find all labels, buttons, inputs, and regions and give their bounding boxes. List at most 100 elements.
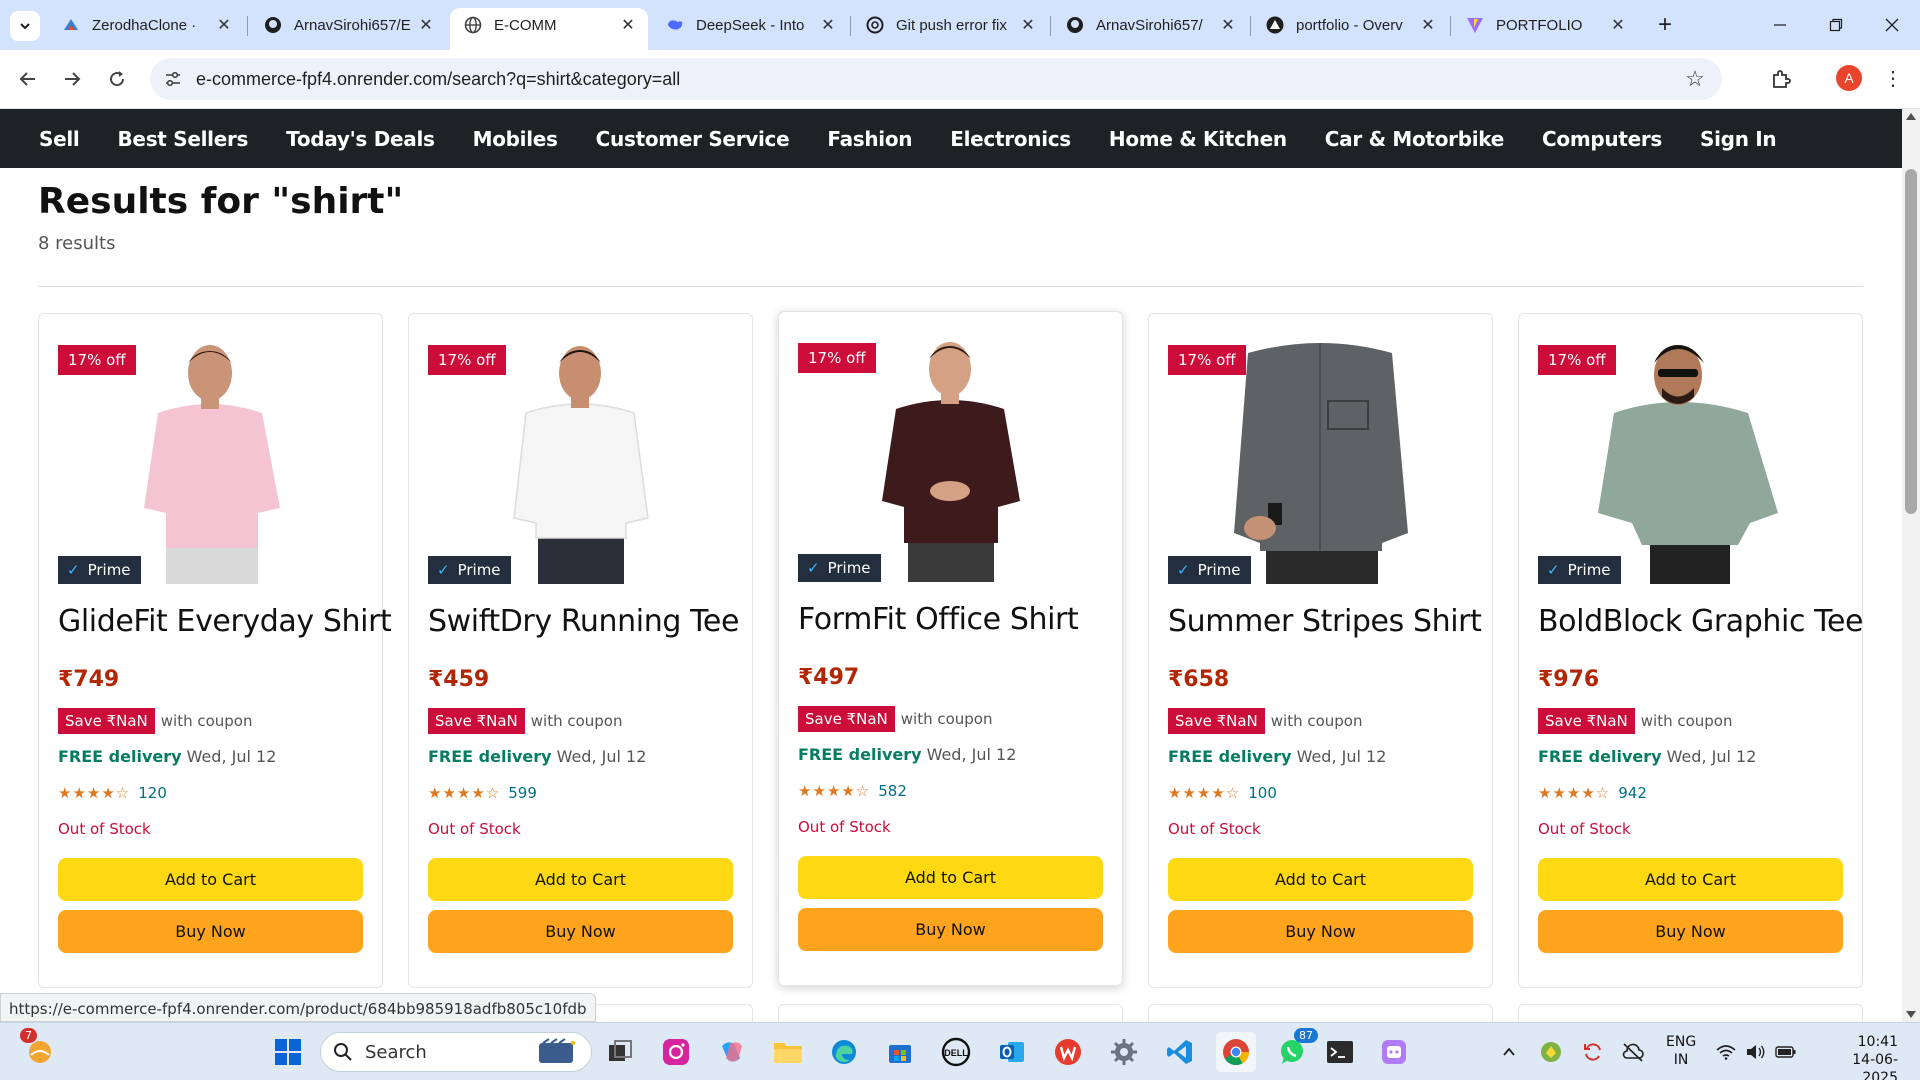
address-bar[interactable]: e-commerce-fpf4.onrender.com/search?q=sh… <box>150 58 1722 100</box>
scroll-down-arrow-icon[interactable] <box>1906 1011 1916 1018</box>
browser-tab-active[interactable]: E-COMM ✕ <box>450 8 648 50</box>
buy-now-button[interactable]: Buy Now <box>58 910 363 953</box>
product-card[interactable]: 17% off ✓ Prime FormFit Office Shirt ₹497… <box>778 311 1123 986</box>
page-scrollbar[interactable] <box>1902 109 1920 1022</box>
forward-arrow-icon[interactable] <box>56 63 88 95</box>
nav-customer-service[interactable]: Customer Service <box>577 127 809 151</box>
buy-now-button[interactable]: Buy Now <box>428 910 733 953</box>
browser-tab[interactable]: ZerodhaClone · ✕ <box>48 8 244 42</box>
review-count[interactable]: 120 <box>138 784 167 802</box>
vscode-icon[interactable] <box>1160 1032 1200 1072</box>
new-tab-plus-icon[interactable]: + <box>1650 10 1680 40</box>
add-to-cart-button[interactable]: Add to Cart <box>428 858 733 901</box>
product-card-partial[interactable] <box>1148 1004 1493 1022</box>
product-name[interactable]: SwiftDry Running Tee <box>428 604 739 639</box>
review-count[interactable]: 599 <box>508 784 537 802</box>
show-hidden-icons-chevron-icon[interactable] <box>1494 1032 1524 1072</box>
system-clock[interactable]: 10:41 14-06-2025 <box>1818 1033 1898 1080</box>
nav-car-motorbike[interactable]: Car & Motorbike <box>1306 127 1523 151</box>
nav-fashion[interactable]: Fashion <box>808 127 931 151</box>
wifi-icon[interactable] <box>1712 1032 1740 1072</box>
minimize-icon[interactable] <box>1752 0 1808 50</box>
product-name[interactable]: Summer Stripes Shirt <box>1168 604 1482 639</box>
extensions-puzzle-icon[interactable] <box>1766 64 1796 94</box>
close-icon[interactable]: ✕ <box>1608 15 1628 35</box>
site-settings-icon[interactable] <box>162 68 184 90</box>
product-card-partial[interactable] <box>778 1004 1123 1022</box>
close-icon[interactable]: ✕ <box>416 15 436 35</box>
cloud-offline-icon[interactable] <box>1618 1032 1648 1072</box>
language-indicator[interactable]: ENG IN <box>1666 1033 1696 1069</box>
taskbar-search-box[interactable]: Search <box>320 1032 592 1072</box>
terminal-icon[interactable] <box>1320 1032 1360 1072</box>
review-count[interactable]: 100 <box>1248 784 1277 802</box>
add-to-cart-button[interactable]: Add to Cart <box>1168 858 1473 901</box>
buy-now-button[interactable]: Buy Now <box>1538 910 1843 953</box>
buy-now-button[interactable]: Buy Now <box>798 908 1103 951</box>
copilot-icon[interactable] <box>712 1032 752 1072</box>
task-view-icon[interactable] <box>600 1032 640 1072</box>
nav-home-kitchen[interactable]: Home & Kitchen <box>1090 127 1306 151</box>
browser-tab[interactable]: DeepSeek - Into ✕ <box>652 8 848 42</box>
product-card[interactable]: 17% off ✓ Prime GlideFit Everyday Shirt ₹… <box>38 313 392 988</box>
browser-tab[interactable]: portfolio - Overv ✕ <box>1252 8 1448 42</box>
nav-todays-deals[interactable]: Today's Deals <box>267 127 453 151</box>
add-to-cart-button[interactable]: Add to Cart <box>798 856 1103 899</box>
chrome-icon[interactable] <box>1216 1032 1256 1072</box>
nav-mobiles[interactable]: Mobiles <box>454 127 577 151</box>
restore-icon[interactable] <box>1808 0 1864 50</box>
close-icon[interactable]: ✕ <box>1018 15 1038 35</box>
scroll-up-arrow-icon[interactable] <box>1906 113 1916 120</box>
ai-app-icon[interactable] <box>1374 1032 1414 1072</box>
close-icon[interactable]: ✕ <box>618 15 638 35</box>
wps-office-icon[interactable] <box>1048 1032 1088 1072</box>
nav-sign-in[interactable]: Sign In <box>1681 127 1795 151</box>
reload-icon[interactable] <box>101 63 133 95</box>
sync-icon[interactable] <box>1578 1032 1608 1072</box>
url-text[interactable]: e-commerce-fpf4.onrender.com/search?q=sh… <box>196 69 680 90</box>
file-explorer-icon[interactable] <box>768 1032 808 1072</box>
close-icon[interactable]: ✕ <box>1218 15 1238 35</box>
buy-now-button[interactable]: Buy Now <box>1168 910 1473 953</box>
product-name[interactable]: GlideFit Everyday Shirt <box>58 604 392 639</box>
window-close-icon[interactable] <box>1864 0 1920 50</box>
product-name[interactable]: BoldBlock Graphic Tee <box>1538 604 1864 639</box>
review-count[interactable]: 582 <box>878 782 907 800</box>
bookmark-star-icon[interactable]: ☆ <box>1682 66 1708 92</box>
tab-search-button[interactable] <box>10 11 40 41</box>
nav-computers[interactable]: Computers <box>1523 127 1681 151</box>
add-to-cart-button[interactable]: Add to Cart <box>58 858 363 901</box>
scrollbar-thumb[interactable] <box>1905 169 1917 514</box>
product-card[interactable]: 17% off ✓ Prime BoldBlock Graphic Tee ₹97… <box>1518 313 1864 988</box>
browser-tab[interactable]: Git push error fix ✕ <box>852 8 1048 42</box>
dell-icon[interactable]: DELL <box>936 1032 976 1072</box>
windows-start-icon[interactable] <box>268 1032 308 1072</box>
product-card-partial[interactable] <box>1518 1004 1863 1022</box>
close-icon[interactable]: ✕ <box>1418 15 1438 35</box>
browser-tab[interactable]: ArnavSirohi657/ ✕ <box>1052 8 1248 42</box>
nav-electronics[interactable]: Electronics <box>931 127 1090 151</box>
review-count[interactable]: 942 <box>1618 784 1647 802</box>
outlook-icon[interactable] <box>992 1032 1032 1072</box>
product-card[interactable]: 17% off ✓ Prime Summer Stripes Shirt ₹658… <box>1148 313 1493 988</box>
tray-app-icon[interactable] <box>1536 1032 1566 1072</box>
instagram-icon[interactable] <box>656 1032 696 1072</box>
volume-icon[interactable] <box>1742 1032 1770 1072</box>
product-name[interactable]: FormFit Office Shirt <box>798 602 1079 637</box>
product-card[interactable]: 17% off ✓ Prime SwiftDry Running Tee ₹459… <box>408 313 753 988</box>
whatsapp-icon[interactable]: 87 <box>1272 1028 1318 1072</box>
kebab-menu-icon[interactable]: ⋮ <box>1880 65 1906 91</box>
back-arrow-icon[interactable] <box>12 63 44 95</box>
close-icon[interactable]: ✕ <box>818 15 838 35</box>
settings-gear-icon[interactable] <box>1104 1032 1144 1072</box>
edge-browser-icon[interactable] <box>824 1032 864 1072</box>
browser-tab[interactable]: ArnavSirohi657/E ✕ <box>250 8 446 42</box>
battery-icon[interactable] <box>1772 1032 1800 1072</box>
nav-best-sellers[interactable]: Best Sellers <box>98 127 267 151</box>
close-icon[interactable]: ✕ <box>214 15 234 35</box>
weather-widget-icon[interactable]: 7 <box>20 1028 60 1072</box>
microsoft-store-icon[interactable] <box>880 1032 920 1072</box>
nav-sell[interactable]: Sell <box>20 127 98 151</box>
profile-avatar[interactable]: A <box>1836 65 1862 91</box>
add-to-cart-button[interactable]: Add to Cart <box>1538 858 1843 901</box>
